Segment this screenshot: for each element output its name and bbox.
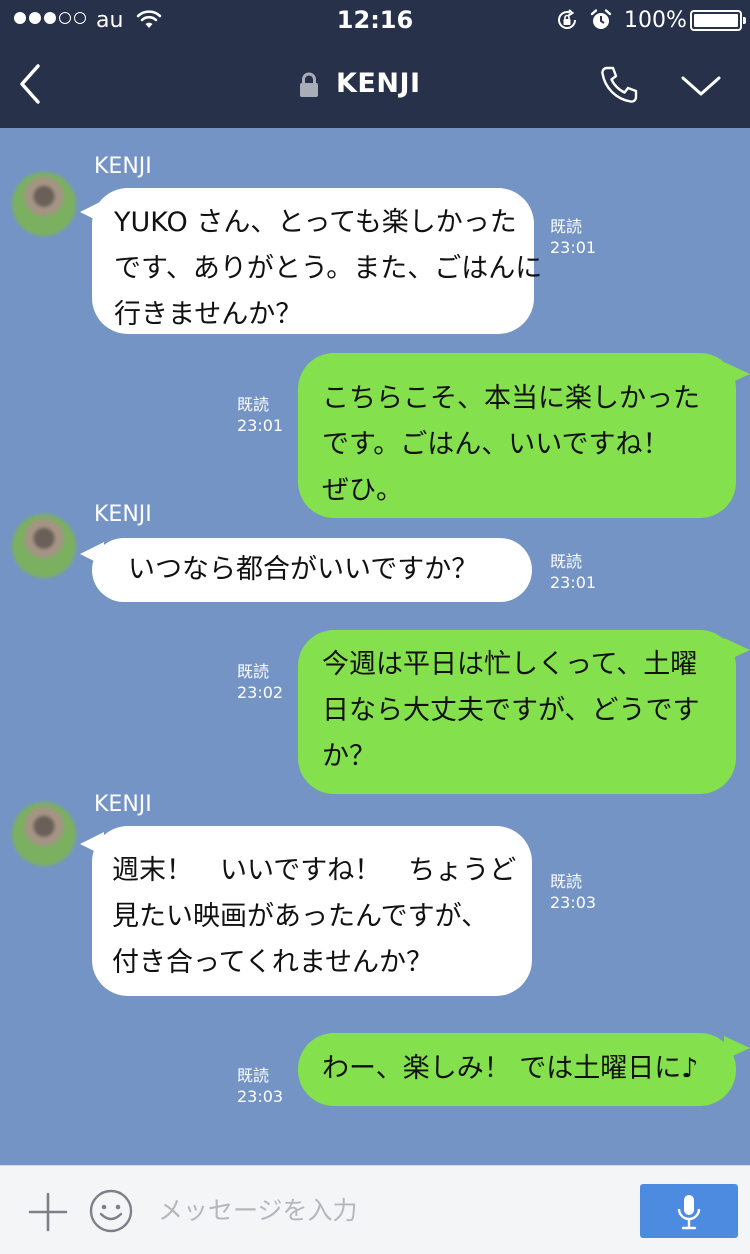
avatar[interactable] (12, 172, 76, 236)
message-bubble[interactable]: 週末！ いいですね！ ちょうど 見たい映画があったんですが、 付き合ってくれませ… (92, 826, 532, 996)
microphone-button[interactable] (640, 1184, 738, 1238)
message-bubble[interactable]: 今週は平日は忙しくって、土曜 日なら大丈夫ですが、どうです か？ (298, 630, 736, 794)
chevron-down-icon[interactable] (680, 72, 722, 100)
phone-icon[interactable] (598, 64, 640, 106)
smiley-icon[interactable] (88, 1188, 134, 1234)
read-status: 既読 23:01 (237, 395, 284, 435)
message-bubble[interactable]: いつなら都合がいいですか？ (92, 538, 532, 602)
lock-icon (300, 72, 318, 97)
read-status: 既読 23:02 (237, 662, 284, 702)
avatar[interactable] (12, 802, 76, 866)
chat-title: KENJI (336, 68, 421, 99)
read-status: 既読 23:01 (550, 217, 597, 257)
chat-area[interactable]: KENJI YUKO さん、とっても楽しかった です、ありがとう。また、ごはんに… (0, 128, 750, 1165)
message-bubble[interactable]: こちらこそ、本当に楽しかった です。ごはん、いいですね！ ぜひ。 (298, 353, 736, 518)
alarm-icon (590, 9, 612, 29)
read-status: 既読 23:03 (550, 872, 597, 912)
sender-name: KENJI (94, 502, 152, 527)
status-bar: au 12:16 100% (0, 0, 750, 40)
sender-name: KENJI (94, 792, 152, 817)
sender-name: KENJI (94, 154, 152, 179)
battery-percent: 100% (624, 8, 687, 33)
message-input[interactable] (158, 1192, 598, 1228)
top-bar: au 12:16 100% KENJI (0, 0, 750, 128)
read-status: 既読 23:03 (237, 1066, 284, 1106)
rotation-lock-icon (558, 9, 576, 29)
back-icon[interactable] (14, 60, 48, 108)
message-input-bar (0, 1165, 750, 1254)
avatar[interactable] (12, 514, 76, 578)
message-bubble[interactable]: YUKO さん、とっても楽しかった です、ありがとう。また、ごはんに 行きません… (92, 188, 542, 334)
plus-icon[interactable] (28, 1192, 68, 1232)
battery-icon (690, 10, 746, 31)
message-bubble[interactable]: わー、楽しみ！ では土曜日に♪ (298, 1033, 736, 1106)
microphone-icon (677, 1195, 701, 1230)
read-status: 既読 23:01 (550, 552, 597, 592)
